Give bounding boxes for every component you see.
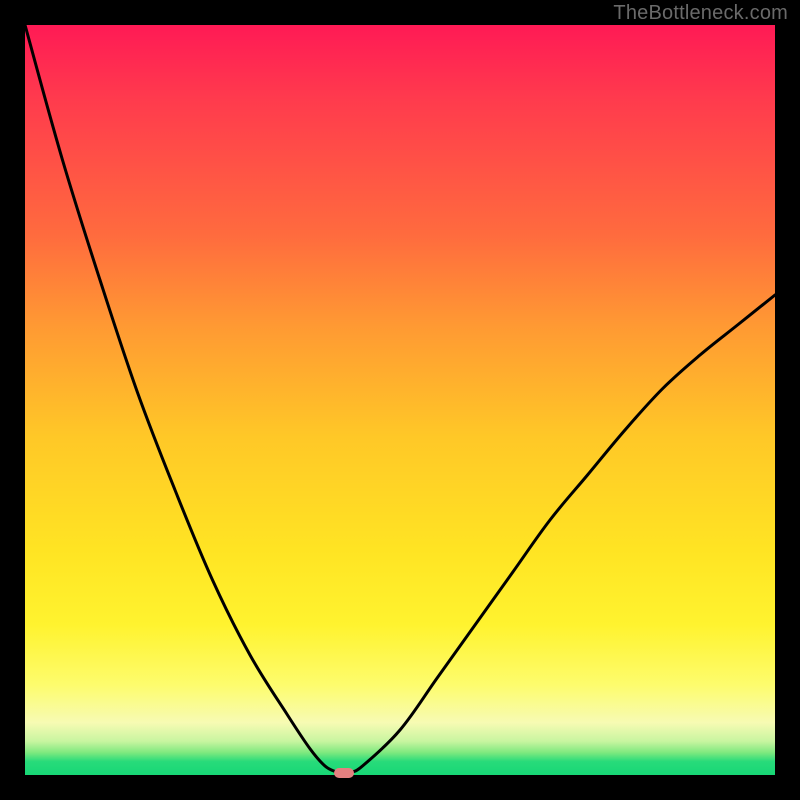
watermark-text: TheBottleneck.com bbox=[613, 2, 788, 25]
chart-area bbox=[25, 25, 775, 775]
bottleneck-point-marker bbox=[334, 768, 354, 778]
bottleneck-curve bbox=[25, 25, 775, 775]
curve-right-arm bbox=[351, 295, 775, 772]
curve-left-arm bbox=[25, 25, 336, 772]
